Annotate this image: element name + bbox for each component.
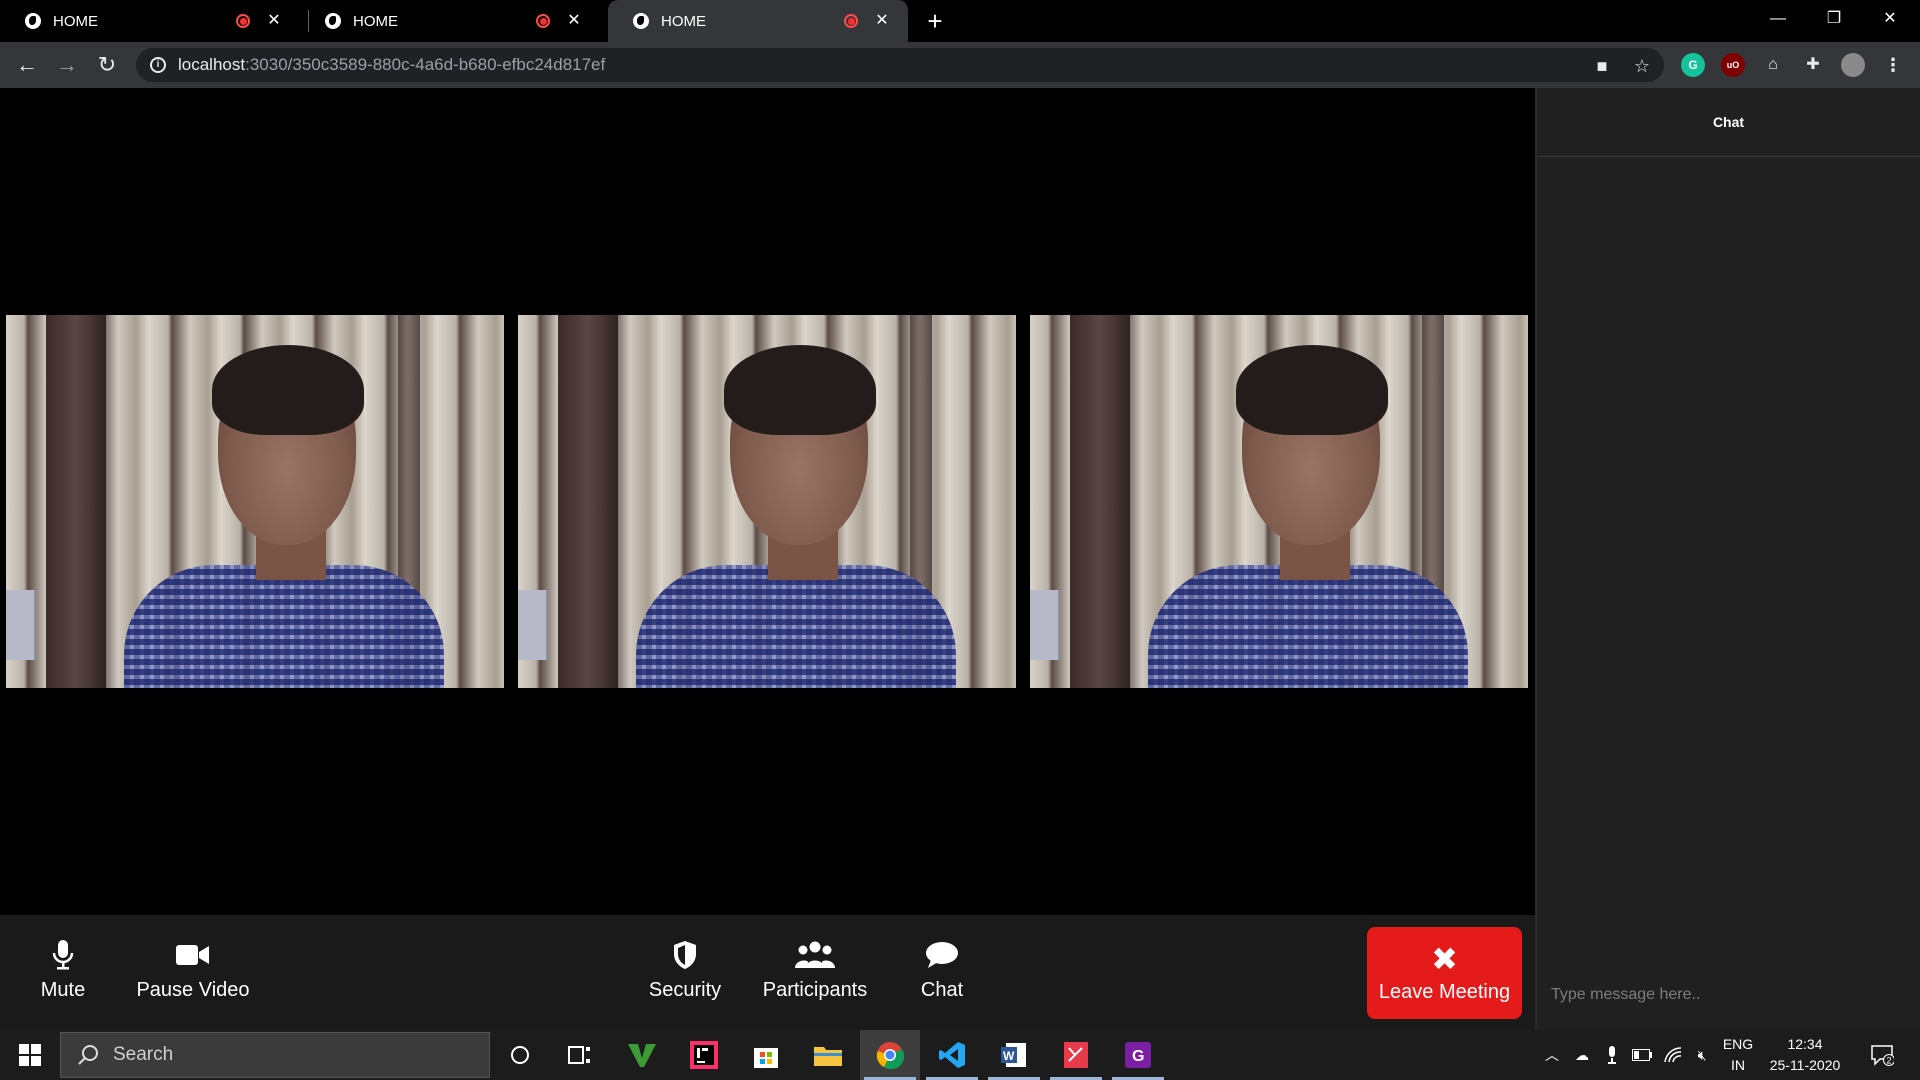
leave-meeting-label: Leave Meeting — [1378, 980, 1511, 1003]
back-button[interactable]: ← — [12, 50, 42, 80]
windows-logo-icon — [19, 1044, 41, 1066]
show-hidden-icons-chevron-up-icon[interactable]: ︿ — [1540, 1030, 1564, 1080]
battery-icon[interactable] — [1628, 1030, 1656, 1080]
browser-tab-strip: HOME ✕ HOME ✕ HOME ✕ + — ❐ ✕ — [0, 0, 1920, 42]
video-camera-icon — [176, 935, 210, 975]
bookmark-star-icon[interactable]: ☆ — [1632, 56, 1652, 76]
microphone-tray-icon[interactable] — [1600, 1030, 1624, 1080]
close-window-button[interactable]: ✕ — [1862, 0, 1918, 42]
vscode-app-icon[interactable] — [922, 1030, 982, 1080]
video-grid — [0, 88, 1535, 915]
microsoft-store-icon[interactable] — [736, 1030, 796, 1080]
word-app-icon[interactable]: W — [984, 1030, 1044, 1080]
onedrive-cloud-icon[interactable]: ☁ — [1568, 1030, 1596, 1080]
system-clock[interactable]: 12:34 25-11-2020 — [1760, 1034, 1850, 1076]
new-tab-button[interactable]: + — [924, 7, 946, 35]
participant-video-2 — [518, 315, 1016, 688]
address-bar[interactable]: i localhost:3030/350c3589-880c-4a6d-b680… — [136, 48, 1664, 82]
search-icon — [78, 1045, 98, 1065]
reload-button[interactable]: ↻ — [92, 50, 122, 80]
close-tab-icon[interactable]: ✕ — [266, 13, 282, 29]
close-icon: ✖ — [1431, 940, 1458, 977]
browser-tab-1[interactable]: HOME ✕ — [0, 0, 300, 42]
svg-text:W: W — [1003, 1049, 1015, 1063]
intellij-app-icon[interactable] — [674, 1030, 734, 1080]
chat-button[interactable]: Chat — [904, 935, 980, 1015]
camera-in-use-icon[interactable]: ■ — [1592, 56, 1612, 76]
clock-time: 12:34 — [1787, 1036, 1823, 1052]
cortana-icon[interactable] — [490, 1030, 550, 1080]
close-tab-icon[interactable]: ✕ — [874, 13, 890, 29]
extension-icon[interactable]: ⌂ — [1761, 53, 1785, 77]
participant-video-1 — [6, 315, 504, 688]
close-tab-icon[interactable]: ✕ — [566, 13, 582, 29]
participants-icon — [795, 935, 835, 975]
leave-meeting-button[interactable]: ✖ Leave Meeting — [1367, 927, 1522, 1019]
tab-title: HOME — [661, 12, 706, 30]
shield-icon — [673, 935, 697, 975]
ublock-extension-icon[interactable]: uO — [1721, 53, 1745, 77]
windows-start-button[interactable] — [0, 1030, 60, 1080]
pause-video-button[interactable]: Pause Video — [130, 935, 256, 1015]
chat-panel-title: Chat — [1537, 88, 1920, 157]
meeting-controls-bar: Mute Pause Video Security Participants C… — [0, 915, 1535, 1030]
profile-avatar[interactable] — [1841, 53, 1865, 77]
url-path: :3030/350c3589-880c-4a6d-b680-efbc24d817… — [245, 55, 606, 74]
pdf-app-icon[interactable]: G — [1108, 1030, 1168, 1080]
recording-icon — [844, 14, 858, 28]
minimize-window-button[interactable]: — — [1750, 0, 1806, 42]
browser-menu-icon[interactable]: ⋮ — [1881, 53, 1905, 77]
chrome-app-icon[interactable] — [860, 1030, 920, 1080]
microphone-icon — [52, 935, 74, 975]
chat-message-input[interactable] — [1551, 980, 1907, 1010]
chat-label: Chat — [920, 979, 964, 1001]
notification-count: 2 — [1887, 1056, 1892, 1066]
security-button[interactable]: Security — [643, 935, 727, 1015]
security-label: Security — [648, 979, 722, 1001]
recording-icon — [236, 14, 250, 28]
browser-toolbar: ← → ↻ i localhost:3030/350c3589-880c-4a6… — [0, 42, 1920, 88]
file-explorer-icon[interactable] — [798, 1030, 858, 1080]
browser-tab-2[interactable]: HOME ✕ — [300, 0, 600, 42]
mute-button[interactable]: Mute — [22, 935, 104, 1015]
chat-panel: Chat — [1535, 88, 1920, 1030]
extensions-puzzle-icon[interactable]: ✚ — [1801, 53, 1825, 77]
globe-icon — [633, 13, 649, 29]
globe-icon — [325, 13, 341, 29]
speaker-muted-icon[interactable]: 🔇︎ — [1688, 1030, 1716, 1080]
recording-icon — [536, 14, 550, 28]
restore-window-button[interactable]: ❐ — [1806, 0, 1862, 42]
region-code: IN — [1731, 1057, 1745, 1073]
url-host: localhost — [178, 55, 246, 74]
pdf-reader-app-icon[interactable] — [1046, 1030, 1106, 1080]
language-code: ENG — [1722, 1036, 1754, 1052]
vim-app-icon[interactable] — [612, 1030, 672, 1080]
participants-label: Participants — [762, 979, 868, 1001]
site-info-icon[interactable]: i — [150, 57, 166, 73]
mute-label: Mute — [40, 979, 86, 1001]
pause-video-label: Pause Video — [136, 979, 250, 1001]
task-view-icon[interactable] — [550, 1030, 610, 1080]
input-language-indicator[interactable]: ENG IN — [1718, 1034, 1758, 1076]
grammarly-extension-icon[interactable]: G — [1681, 53, 1705, 77]
windows-taskbar: Search W G ︿ ☁ 🔇︎ ENG IN 12:34 25-11-202… — [0, 1030, 1920, 1080]
clock-date: 25-11-2020 — [1769, 1057, 1841, 1073]
chat-bubble-icon — [925, 935, 959, 975]
browser-tab-3-active[interactable]: HOME ✕ — [608, 0, 908, 42]
tab-title: HOME — [353, 12, 398, 30]
notification-center-icon[interactable]: 2 — [1862, 1030, 1902, 1080]
tab-title: HOME — [53, 12, 98, 30]
search-placeholder: Search — [113, 1044, 174, 1065]
taskbar-search-box[interactable]: Search — [60, 1032, 490, 1078]
participants-button[interactable]: Participants — [755, 935, 875, 1015]
svg-text:G: G — [1132, 1048, 1144, 1065]
participant-video-3 — [1030, 315, 1528, 688]
globe-icon — [25, 13, 41, 29]
forward-button[interactable]: → — [52, 50, 82, 80]
wifi-icon[interactable] — [1660, 1030, 1686, 1080]
